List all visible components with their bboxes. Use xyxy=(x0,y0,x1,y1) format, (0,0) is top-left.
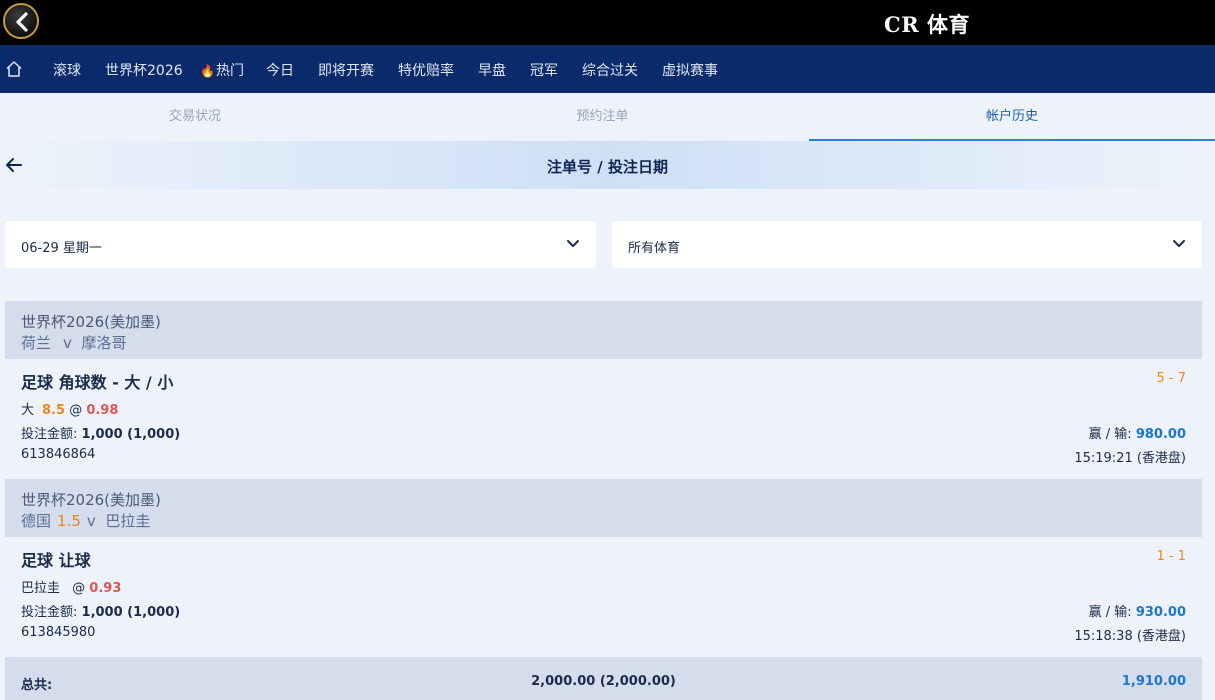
total-row: 总共: 2,000.00 (2,000.00) 1,910.00 xyxy=(5,657,1202,700)
stake-amount: 1,000 (1,000) xyxy=(81,605,181,620)
chevron-down-icon xyxy=(567,240,579,247)
bet-record: 足球 角球数 - 大 / 小 5 - 7 大 8.5 @ 0.98 投注金额: 1… xyxy=(5,359,1202,479)
winlose-amount: 980.00 xyxy=(1135,427,1186,442)
selection-name: 巴拉圭 xyxy=(21,581,61,596)
page-title: 注单号 / 投注日期 xyxy=(547,158,668,176)
top-bar: CR 体育 xyxy=(0,0,1215,45)
tab-account-history[interactable]: 帐户历史 xyxy=(809,93,1215,141)
selection-name: 大 xyxy=(21,403,35,418)
winlose-amount: 930.00 xyxy=(1135,605,1186,620)
nav-item-hot[interactable]: 🔥热门 xyxy=(200,60,244,80)
nav-item-hot-label: 热门 xyxy=(215,63,244,79)
bet-time: 15:18:38 (香港盘) xyxy=(1074,629,1186,644)
back-button[interactable] xyxy=(3,3,39,39)
match-score: 5 - 7 xyxy=(1156,371,1187,386)
away-team: 摩洛哥 xyxy=(81,334,127,352)
tab-trade-status[interactable]: 交易状况 xyxy=(0,93,390,141)
ticket-number: 613846864 xyxy=(21,447,96,462)
match-header: 世界杯2026(美加墨) 德国 1.5 v 巴拉圭 xyxy=(5,479,1202,537)
bet-market: 足球 角球数 - 大 / 小 xyxy=(21,373,174,392)
match-teams: 荷兰 v 摩洛哥 xyxy=(21,332,126,353)
nav-item-live[interactable]: 滚球 xyxy=(53,60,81,80)
stake-label: 投注金额: xyxy=(21,427,78,442)
ticket-number: 613845980 xyxy=(21,625,96,640)
nav-item-outright[interactable]: 冠军 xyxy=(530,60,558,80)
match-score: 1 - 1 xyxy=(1156,549,1187,564)
nav-item-parlay[interactable]: 综合过关 xyxy=(582,60,638,80)
bet-time: 15:19:21 (香港盘) xyxy=(1074,451,1186,466)
bet-selection: 大 8.5 @ 0.98 xyxy=(21,399,118,418)
nav-item-today[interactable]: 今日 xyxy=(266,60,294,80)
winlose-label: 赢 / 输: xyxy=(1088,605,1132,620)
selection-odds: 0.93 xyxy=(89,581,122,596)
stake-amount: 1,000 (1,000) xyxy=(81,427,181,442)
match-header: 世界杯2026(美加墨) 荷兰 v 摩洛哥 xyxy=(5,301,1202,359)
sport-select-value: 所有体育 xyxy=(628,241,681,256)
sport-select[interactable]: 所有体育 xyxy=(612,221,1202,268)
at-sign: @ xyxy=(72,581,86,596)
away-team: 巴拉圭 xyxy=(105,512,151,530)
bet-selection: 巴拉圭 @ 0.93 xyxy=(21,577,121,596)
winlose-label: 赢 / 输: xyxy=(1088,427,1132,442)
nav-item-upcoming[interactable]: 即将开赛 xyxy=(318,60,374,80)
sub-header: 注单号 / 投注日期 xyxy=(0,141,1215,189)
flame-icon: 🔥 xyxy=(200,64,215,78)
handicap: 1.5 xyxy=(57,512,81,530)
sport-nav: 滚球 世界杯2026 🔥热门 今日 即将开赛 特优赔率 早盘 冠军 综合过关 虚… xyxy=(0,45,1215,93)
app-title: CR 体育 xyxy=(884,12,970,37)
tab-scheduled-bets[interactable]: 预约注单 xyxy=(400,93,805,141)
chevron-left-icon xyxy=(16,12,28,32)
nav-item-virtual[interactable]: 虚拟赛事 xyxy=(662,60,718,80)
stake-row: 投注金额: 1,000 (1,000) xyxy=(21,601,180,620)
history-tabs: 交易状况 预约注单 帐户历史 xyxy=(0,93,1215,141)
stake-label: 投注金额: xyxy=(21,605,78,620)
home-icon[interactable] xyxy=(5,60,23,78)
winlose-row: 赢 / 输: 930.00 xyxy=(1089,601,1186,620)
bet-record: 足球 让球 1 - 1 巴拉圭 @ 0.93 投注金额: 1,000 (1,00… xyxy=(5,537,1202,657)
versus: v xyxy=(86,512,96,530)
chevron-down-icon xyxy=(1173,240,1185,247)
nav-item-special-odds[interactable]: 特优赔率 xyxy=(398,60,454,80)
date-select-value: 06-29 星期一 xyxy=(21,241,102,256)
stake-row: 投注金额: 1,000 (1,000) xyxy=(21,423,180,442)
league-name: 世界杯2026(美加墨) xyxy=(21,313,161,331)
winlose-row: 赢 / 输: 980.00 xyxy=(1089,423,1186,442)
bet-market: 足球 让球 xyxy=(21,551,91,570)
selection-odds: 0.98 xyxy=(86,403,119,418)
home-team: 德国 xyxy=(21,512,52,530)
total-stake: 2,000.00 (2,000.00) xyxy=(531,674,676,689)
at-sign: @ xyxy=(69,403,83,418)
match-teams: 德国 1.5 v 巴拉圭 xyxy=(21,510,150,531)
versus: v xyxy=(63,334,72,352)
league-name: 世界杯2026(美加墨) xyxy=(21,491,161,509)
total-winlose: 1,910.00 xyxy=(1121,674,1186,689)
home-team: 荷兰 xyxy=(21,334,52,352)
selection-line: 8.5 xyxy=(42,403,66,418)
date-select[interactable]: 06-29 星期一 xyxy=(5,221,596,268)
nav-item-early[interactable]: 早盘 xyxy=(478,60,506,80)
nav-item-worldcup[interactable]: 世界杯2026 xyxy=(105,60,183,80)
